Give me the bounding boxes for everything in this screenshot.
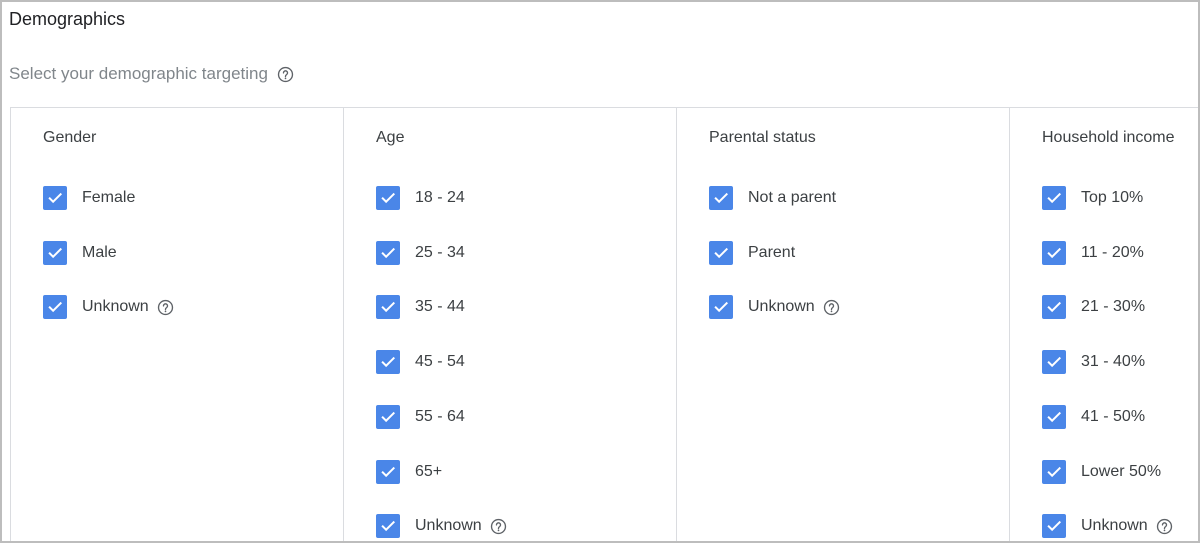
- option-age-unknown[interactable]: Unknown: [376, 513, 507, 539]
- checkbox[interactable]: [376, 459, 400, 484]
- column-age: Age 18 - 24 25 - 34 35 - 44 45 - 54 55 - 64 65…: [344, 108, 677, 541]
- option-label: 18 - 24: [415, 189, 465, 206]
- option-gender-male[interactable]: Male: [43, 240, 117, 266]
- column-gender: Gender Female Male Unknown: [11, 108, 344, 541]
- checkbox[interactable]: [376, 404, 400, 429]
- checkbox[interactable]: [1042, 404, 1066, 429]
- help-circle-icon[interactable]: [157, 299, 174, 316]
- option-label: Not a parent: [748, 189, 837, 206]
- option-label: Female: [82, 189, 136, 206]
- section-title: Demographics: [9, 9, 126, 29]
- checkbox[interactable]: [1042, 459, 1066, 484]
- option-label: Unknown: [748, 298, 815, 316]
- checkbox[interactable]: [43, 240, 67, 265]
- checkbox[interactable]: [709, 240, 733, 265]
- option-household-income-31-40[interactable]: 31 - 40%: [1042, 349, 1145, 375]
- option-label: 45 - 54: [415, 353, 465, 371]
- option-label: Top 10%: [1081, 189, 1144, 206]
- option-age-35-44[interactable]: 35 - 44: [376, 294, 465, 320]
- option-household-income-41-50[interactable]: 41 - 50%: [1042, 404, 1145, 430]
- option-age-55-64[interactable]: 55 - 64: [376, 404, 465, 430]
- option-label: Male: [82, 243, 117, 261]
- option-parental-status-parent[interactable]: Parent: [709, 240, 795, 266]
- checkbox[interactable]: [1042, 240, 1066, 265]
- option-parental-status-not-a-parent[interactable]: Not a parent: [709, 185, 836, 211]
- option-label: 35 - 44: [415, 298, 465, 316]
- checkbox[interactable]: [709, 295, 733, 320]
- option-label: Lower 50%: [1081, 462, 1162, 480]
- checkbox[interactable]: [376, 350, 400, 375]
- option-age-45-54[interactable]: 45 - 54: [376, 349, 465, 375]
- option-gender-unknown[interactable]: Unknown: [43, 294, 174, 320]
- checkbox[interactable]: [1042, 514, 1066, 539]
- option-label: Unknown: [1081, 517, 1148, 535]
- option-label: 21 - 30%: [1081, 298, 1146, 316]
- option-age-65[interactable]: 65+: [376, 459, 442, 485]
- section-subtitle: Select your demographic targeting: [9, 63, 294, 85]
- checkbox[interactable]: [1042, 350, 1066, 375]
- option-label: 25 - 34: [415, 243, 465, 261]
- option-label: 55 - 64: [415, 407, 465, 425]
- option-label: Unknown: [415, 517, 482, 535]
- option-label: 31 - 40%: [1081, 353, 1146, 371]
- option-label: Parent: [748, 243, 796, 261]
- column-title: Age: [376, 129, 405, 146]
- demographics-card: Demographics Select your demographic tar…: [0, 0, 1200, 543]
- option-parental-status-unknown[interactable]: Unknown: [709, 294, 840, 320]
- option-gender-female[interactable]: Female: [43, 185, 135, 211]
- column-parental-status: Parental status Not a parent Parent Unknown: [677, 108, 1010, 541]
- subtitle-text: Select your demographic targeting: [9, 64, 268, 83]
- help-circle-icon[interactable]: [277, 66, 294, 83]
- checkbox[interactable]: [376, 186, 400, 210]
- option-household-income-lower-50[interactable]: Lower 50%: [1042, 459, 1161, 485]
- checkbox[interactable]: [376, 240, 400, 265]
- checkbox[interactable]: [709, 186, 733, 210]
- checkbox[interactable]: [43, 295, 67, 320]
- option-household-income-21-30[interactable]: 21 - 30%: [1042, 294, 1145, 320]
- checkbox[interactable]: [1042, 295, 1066, 320]
- targeting-columns: Gender Female Male Unknown Age 18 - 24 25 - 34…: [10, 107, 1198, 541]
- option-label: 65+: [415, 462, 443, 480]
- help-circle-icon[interactable]: [490, 518, 507, 535]
- help-circle-icon[interactable]: [823, 299, 840, 316]
- checkbox[interactable]: [376, 295, 400, 320]
- option-label: Unknown: [82, 298, 149, 316]
- checkbox[interactable]: [43, 186, 67, 210]
- option-household-income-unknown[interactable]: Unknown: [1042, 513, 1173, 539]
- checkbox[interactable]: [1042, 186, 1066, 210]
- option-label: 11 - 20%: [1081, 243, 1144, 261]
- option-age-18-24[interactable]: 18 - 24: [376, 185, 465, 211]
- column-title: Household income: [1042, 129, 1175, 146]
- option-household-income-top-10[interactable]: Top 10%: [1042, 185, 1143, 211]
- column-title: Gender: [43, 129, 97, 146]
- column-household-income: Household income Top 10% 11 - 20% 21 - 30% 3…: [1010, 108, 1198, 541]
- option-age-25-34[interactable]: 25 - 34: [376, 240, 465, 266]
- column-title: Parental status: [709, 129, 816, 146]
- option-household-income-11-20[interactable]: 11 - 20%: [1042, 240, 1144, 266]
- option-label: 41 - 50%: [1081, 407, 1146, 425]
- checkbox[interactable]: [376, 514, 400, 539]
- help-circle-icon[interactable]: [1156, 518, 1173, 535]
